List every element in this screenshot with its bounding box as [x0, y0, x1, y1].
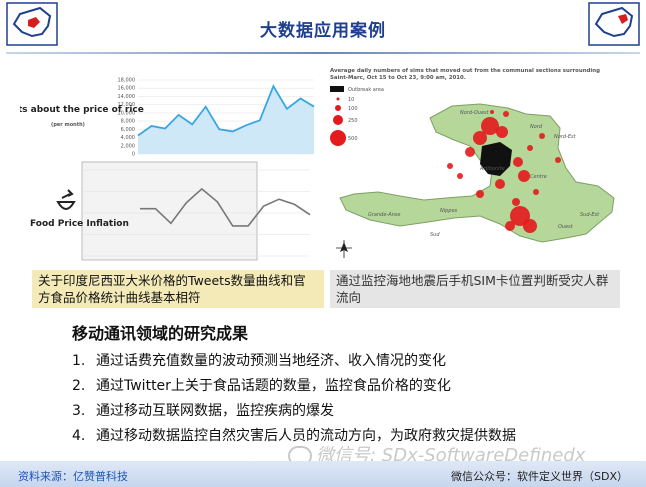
tweets-sublabel: (per month) — [51, 122, 85, 128]
legend-value: 500 — [348, 136, 358, 142]
migration-circle — [465, 147, 475, 157]
item-text: 通过Twitter上关于食品话题的数量，监控食品价格的变化 — [96, 378, 451, 394]
y-tick-label: 8,000 — [121, 119, 135, 125]
legend-circle — [336, 97, 340, 101]
legend-circle — [330, 130, 346, 146]
section-title: 移动通讯领域的研究成果 — [72, 324, 249, 343]
region-label: Centre — [530, 174, 547, 180]
svg-text:Tweets about the price of rice: Tweets about the price of rice — [20, 105, 144, 115]
food-label: Food Price Inflation — [30, 219, 129, 229]
y-tick-label: 2,000 — [121, 143, 135, 149]
compass-icon — [336, 240, 352, 258]
migration-circle — [496, 126, 508, 138]
item-number: 1. — [72, 353, 86, 369]
migration-circle — [505, 221, 515, 231]
migration-circle — [513, 157, 523, 167]
item-number: 2. — [72, 378, 86, 394]
haiti-map-panel: Average daily numbers of sims that moved… — [330, 68, 615, 258]
region-label: Nord-Est — [554, 134, 577, 140]
migration-circle — [447, 163, 453, 169]
legend-outbreak-label: Outbreak area — [348, 87, 384, 93]
map-title: Average daily numbers of sims that moved… — [330, 68, 602, 81]
item-text: 通过话费充值数量的波动预测当地经济、收入情况的变化 — [96, 353, 446, 369]
bowl-icon — [56, 189, 76, 210]
region-label: Nord-Ouest — [460, 110, 490, 116]
migration-circle — [539, 133, 545, 139]
food-chart-highlight — [81, 161, 258, 261]
item-number: 4. — [72, 428, 86, 444]
right-caption: 通过监控海地地震后手机SIM卡位置判断受灾人群流向 — [330, 270, 620, 308]
list-item: 1. 通过话费充值数量的波动预测当地经济、收入情况的变化 — [72, 350, 612, 375]
migration-circle — [523, 219, 537, 233]
tweets-label: Tweets about the price of rice — [20, 105, 144, 115]
haiti-outline — [339, 103, 615, 243]
migration-circle — [490, 110, 494, 114]
y-tick-label: 16,000 — [118, 86, 136, 92]
migration-circle — [457, 173, 463, 179]
title-divider — [6, 52, 640, 54]
migration-circle — [473, 131, 487, 145]
region-label: Artibonite — [479, 166, 505, 172]
list-item: 3. 通过移动互联网数据，监控疾病的爆发 — [72, 400, 612, 425]
migration-circle — [512, 198, 520, 206]
y-tick-label: 4,000 — [121, 135, 135, 141]
page-title: 大数据应用案例 — [260, 21, 386, 41]
findings-list: 1. 通过话费充值数量的波动预测当地经济、收入情况的变化 2. 通过Twitter上… — [72, 350, 612, 450]
migration-circle — [495, 179, 505, 189]
migration-circle — [503, 111, 509, 117]
map-legend: Outbreak area 10 100 250 500 — [330, 86, 384, 146]
region-label: Grande-Anse — [368, 212, 401, 218]
migration-circle — [555, 157, 561, 163]
migration-circle — [527, 145, 533, 151]
migration-circle — [476, 190, 484, 198]
region-label: Sud-Est — [580, 212, 600, 218]
region-label: Nord — [530, 124, 543, 130]
legend-value: 250 — [348, 118, 358, 124]
migration-circle — [533, 189, 539, 195]
left-charts-panel: 18,00016,00014,00012,00010,0008,0006,000… — [20, 76, 320, 261]
legend-value: 10 — [348, 97, 354, 103]
legend-outbreak-swatch — [330, 86, 344, 92]
list-item: 2. 通过Twitter上关于食品话题的数量，监控食品价格的变化 — [72, 375, 612, 400]
footer-source: 资料来源：亿赞普科技 — [18, 470, 128, 483]
left-caption: 关于印度尼西亚大米价格的Tweets数量曲线和官方食品价格统计曲线基本相符 — [32, 270, 324, 308]
y-tick-label: 6,000 — [121, 127, 135, 133]
y-tick-label: 14,000 — [118, 94, 136, 100]
region-label: Sud — [430, 232, 440, 238]
legend-value: 100 — [348, 106, 358, 112]
item-number: 3. — [72, 403, 86, 419]
migration-circle — [518, 170, 530, 182]
region-label: Ouest — [558, 224, 574, 230]
legend-circle — [335, 105, 341, 111]
slide: 大数据应用案例 18,000 16,000 14,000 12,000 10,000 8,… — [0, 0, 646, 487]
y-tick-label: 0 — [132, 152, 135, 158]
footer-account: 微信公众号：软件定义世界（SDX） — [451, 470, 628, 483]
item-text: 通过移动互联网数据，监控疾病的爆发 — [96, 403, 334, 419]
region-label: Nippes — [440, 208, 458, 214]
y-tick-label: 18,000 — [118, 78, 136, 84]
legend-circle — [333, 115, 343, 125]
